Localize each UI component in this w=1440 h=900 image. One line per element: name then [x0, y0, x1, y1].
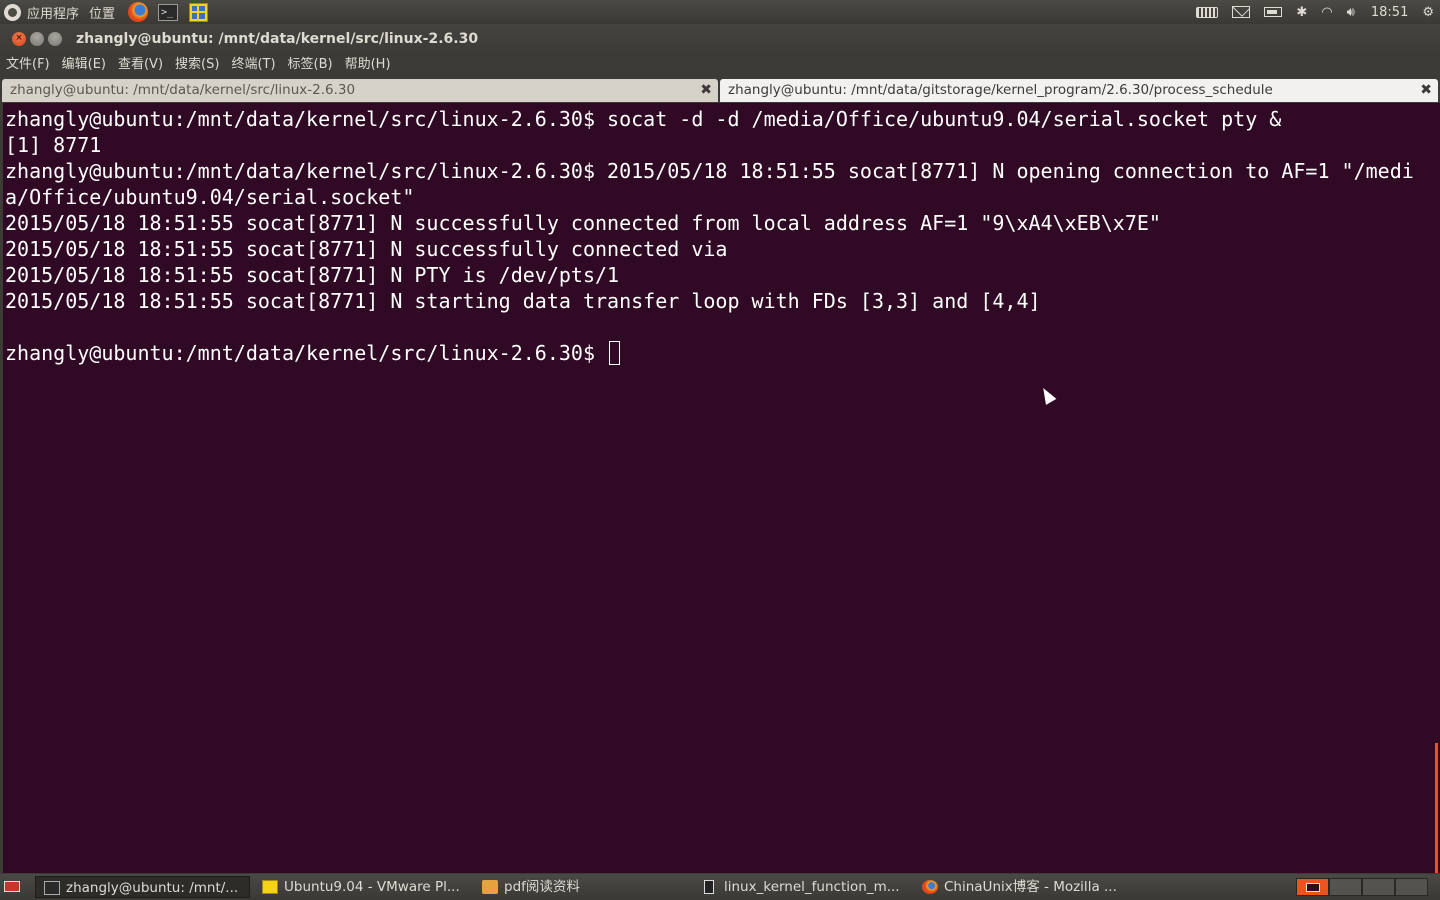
task-label: linux_kernel_function_m... — [724, 879, 900, 895]
menu-file[interactable]: 文件(F) — [0, 54, 56, 76]
tab-close-icon[interactable]: ✖ — [1420, 79, 1432, 101]
menu-search[interactable]: 搜索(S) — [169, 54, 225, 76]
maximize-window-button[interactable] — [48, 32, 62, 46]
applications-menu[interactable]: 应用程序 — [27, 3, 79, 22]
window-titlebar[interactable]: × zhangly@ubuntu: /mnt/data/kernel/src/l… — [0, 24, 1440, 54]
folder-icon — [482, 880, 498, 894]
firefox-launcher[interactable] — [127, 2, 149, 22]
tab-bar: zhangly@ubuntu: /mnt/data/kernel/src/lin… — [0, 78, 1440, 103]
task-document[interactable]: linux_kernel_function_m... — [694, 876, 912, 898]
vmware-launcher[interactable] — [187, 2, 209, 22]
workspace-switcher — [1296, 878, 1430, 896]
task-vmware[interactable]: Ubuntu9.04 - VMware Pl... — [254, 876, 472, 898]
terminal-icon — [44, 881, 60, 895]
keyboard-indicator[interactable] — [1196, 6, 1219, 18]
places-menu[interactable]: 位置 — [89, 3, 115, 22]
menu-view[interactable]: 查看(V) — [112, 54, 169, 76]
keyboard-icon — [1196, 6, 1219, 18]
task-label: Ubuntu9.04 - VMware Pl... — [284, 879, 460, 895]
tab-close-icon[interactable]: ✖ — [700, 79, 712, 101]
terminal-launcher[interactable]: >_ — [157, 2, 179, 22]
battery-icon — [1264, 7, 1283, 17]
task-firefox[interactable]: ChinaUnix博客 - Mozilla ... — [914, 876, 1132, 898]
task-label: pdf阅读资料 — [504, 879, 580, 895]
volume-icon[interactable]: 🔊︎ — [1347, 5, 1355, 20]
terminal-scrollbar[interactable] — [1434, 103, 1440, 873]
terminal-output[interactable]: zhangly@ubuntu:/mnt/data/kernel/src/linu… — [3, 103, 1434, 366]
mail-indicator[interactable] — [1232, 6, 1251, 18]
close-window-button[interactable]: × — [12, 32, 26, 46]
workspace-1[interactable] — [1296, 878, 1329, 896]
task-terminal[interactable]: zhangly@ubuntu: /mnt/... — [35, 876, 250, 898]
firefox-icon — [922, 880, 938, 894]
clock[interactable]: 18:51 — [1371, 5, 1408, 20]
task-label: zhangly@ubuntu: /mnt/... — [66, 880, 239, 896]
vmware-icon — [262, 880, 278, 894]
terminal-history: zhangly@ubuntu:/mnt/data/kernel/src/linu… — [5, 107, 1414, 313]
show-desktop-button[interactable] — [4, 881, 20, 892]
scrollbar-thumb[interactable] — [1435, 743, 1438, 873]
top-panel: 应用程序 位置 >_ ✱ ◠ 🔊︎ 18:51 ⚙ — [0, 0, 1440, 24]
workspace-2[interactable] — [1329, 878, 1362, 896]
firefox-icon — [128, 2, 149, 22]
workspace-4[interactable] — [1395, 878, 1428, 896]
workspace-3[interactable] — [1362, 878, 1395, 896]
terminal-icon: >_ — [158, 3, 179, 21]
power-gear-icon[interactable]: ⚙ — [1422, 5, 1434, 20]
panel-left: 应用程序 位置 >_ — [4, 0, 209, 24]
ubuntu-logo-icon[interactable] — [4, 3, 21, 21]
document-icon — [704, 880, 714, 894]
terminal-cursor — [609, 341, 621, 365]
battery-indicator[interactable] — [1264, 7, 1283, 17]
tab-label: zhangly@ubuntu: /mnt/data/gitstorage/ker… — [728, 82, 1273, 98]
menu-help[interactable]: 帮助(H) — [339, 54, 397, 76]
tab-process-schedule[interactable]: zhangly@ubuntu: /mnt/data/gitstorage/ker… — [720, 79, 1438, 102]
tab-label: zhangly@ubuntu: /mnt/data/kernel/src/lin… — [10, 82, 356, 98]
menu-tabs[interactable]: 标签(B) — [282, 54, 339, 76]
terminal-view[interactable]: zhangly@ubuntu:/mnt/data/kernel/src/linu… — [3, 103, 1434, 873]
menubar: 文件(F) 编辑(E) 查看(V) 搜索(S) 终端(T) 标签(B) 帮助(H… — [0, 54, 1440, 76]
tab-kernel-src[interactable]: zhangly@ubuntu: /mnt/data/kernel/src/lin… — [2, 79, 718, 102]
minimize-window-button[interactable] — [30, 32, 44, 46]
vmware-icon — [188, 2, 208, 22]
window-title: zhangly@ubuntu: /mnt/data/kernel/src/lin… — [76, 31, 479, 47]
task-pdf-folder[interactable]: pdf阅读资料 — [474, 876, 692, 898]
wifi-icon[interactable]: ◠ — [1321, 5, 1332, 20]
menu-edit[interactable]: 编辑(E) — [56, 54, 112, 76]
menu-terminal[interactable]: 终端(T) — [225, 54, 281, 76]
bottom-taskbar: zhangly@ubuntu: /mnt/... Ubuntu9.04 - VM… — [0, 874, 1440, 900]
task-label: ChinaUnix博客 - Mozilla ... — [944, 879, 1117, 895]
panel-tray: ✱ ◠ 🔊︎ 18:51 ⚙ — [1182, 0, 1434, 24]
mail-icon — [1232, 6, 1251, 18]
bluetooth-icon[interactable]: ✱ — [1296, 5, 1307, 20]
terminal-prompt: zhangly@ubuntu:/mnt/data/kernel/src/linu… — [5, 341, 608, 365]
